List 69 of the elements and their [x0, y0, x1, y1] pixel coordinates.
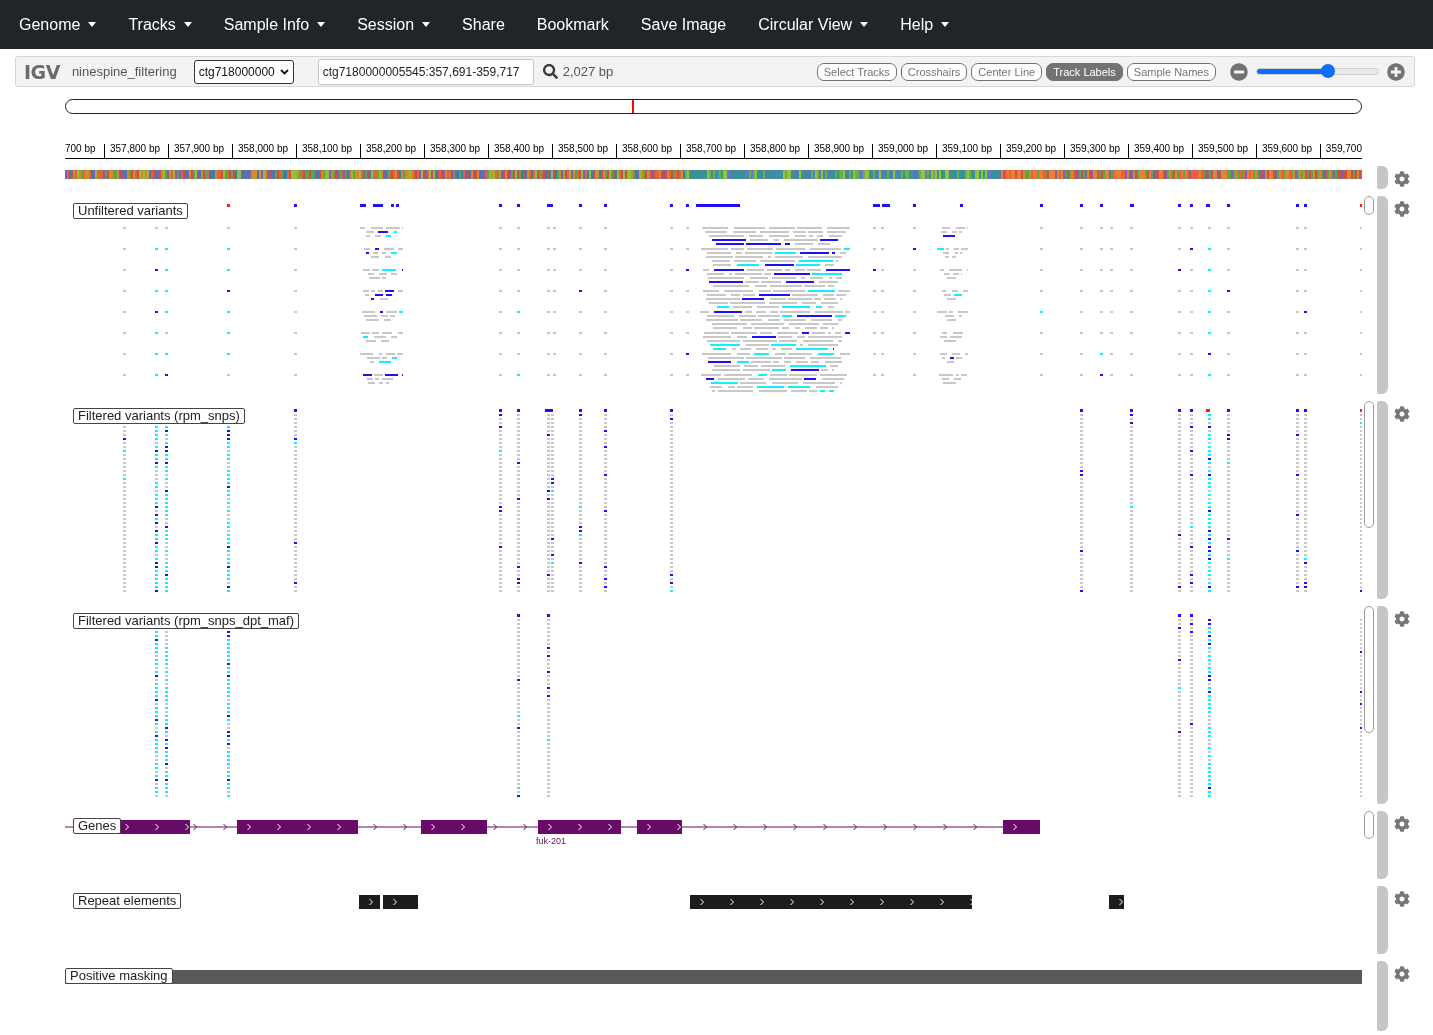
ruler-label: 359,000 bp [877, 143, 929, 154]
drag-handle[interactable] [1377, 166, 1388, 189]
settings-icon[interactable] [1394, 201, 1410, 217]
ruler-label: 358,500 bp [557, 143, 609, 154]
scrollbar-thumb[interactable] [1364, 811, 1374, 839]
drag-handle[interactable] [1377, 401, 1388, 599]
igv-logo: IGV [24, 60, 60, 83]
ruler-label: 359,100 bp [941, 143, 993, 154]
slider-thumb[interactable] [1321, 64, 1336, 78]
toggle-button[interactable]: Select Tracks [816, 62, 897, 81]
ruler-label: 357,900 bp [173, 143, 225, 154]
ruler-label: 700 bp [65, 143, 96, 154]
chromosome-ideogram[interactable] [65, 99, 1362, 114]
ruler-label: 358,000 bp [237, 143, 289, 154]
locus-field[interactable]: ctg7180000005545:357,691-359,717 [317, 58, 534, 85]
chevron-down-icon [279, 68, 289, 75]
settings-icon[interactable] [1394, 891, 1410, 907]
chromosome-select[interactable]: ctg718000000 [193, 59, 294, 84]
ruler-label: 357,800 bp [109, 143, 161, 154]
menu-item[interactable]: Bookmark [520, 4, 625, 45]
menu-item[interactable]: Sample Info [207, 4, 342, 45]
settings-icon[interactable] [1394, 611, 1410, 627]
ruler-label: 358,300 bp [429, 143, 481, 154]
ruler-label: 358,800 bp [749, 143, 801, 154]
drag-handle[interactable] [1377, 961, 1388, 1031]
ruler-label: 359,500 bp [1197, 143, 1249, 154]
toggle-button[interactable]: Center Line [971, 62, 1043, 81]
toggle-button[interactable]: Sample Names [1126, 62, 1216, 81]
menu-item[interactable]: Tracks [112, 4, 208, 45]
track-label: Positive masking [65, 968, 173, 984]
ruler-label: 359,700 [1325, 143, 1362, 154]
ruler-label: 358,400 bp [493, 143, 545, 154]
toggle-button[interactable]: Crosshairs [900, 62, 968, 81]
gene-name: fuk-201 [536, 836, 567, 846]
ruler-label: 358,100 bp [301, 143, 353, 154]
settings-icon[interactable] [1394, 171, 1410, 187]
scrollbar-thumb[interactable] [1364, 401, 1374, 528]
window-size: 2,027 bp [562, 64, 614, 79]
toggle-button[interactable]: Track Labels [1046, 62, 1123, 81]
ruler-label: 358,600 bp [621, 143, 673, 154]
settings-icon[interactable] [1394, 966, 1410, 982]
track-label: Unfiltered variants [73, 203, 188, 219]
settings-icon[interactable] [1394, 406, 1410, 422]
ruler-label: 358,900 bp [813, 143, 865, 154]
drag-handle[interactable] [1377, 886, 1388, 954]
track-label: Genes [73, 818, 122, 834]
menu-item[interactable]: Circular View [742, 4, 885, 45]
ruler-label: 358,200 bp [365, 143, 417, 154]
menu-item[interactable]: Genome [3, 4, 113, 45]
menu-item[interactable]: Share [446, 4, 521, 45]
track-label: Filtered variants (rpm_snps_dpt_maf) [73, 613, 300, 629]
ruler-label: 359,600 bp [1261, 143, 1313, 154]
ruler-label: 359,200 bp [1005, 143, 1057, 154]
settings-icon[interactable] [1394, 816, 1410, 832]
menu-item[interactable]: Session [341, 4, 447, 45]
ruler-label: 359,400 bp [1133, 143, 1185, 154]
scrollbar-thumb[interactable] [1364, 606, 1374, 733]
track-label: Repeat elements [73, 893, 182, 909]
drag-handle[interactable] [1377, 811, 1388, 879]
ruler-label: 359,300 bp [1069, 143, 1121, 154]
drag-handle[interactable] [1377, 196, 1388, 394]
menu-item[interactable]: Help [884, 4, 966, 45]
menu-item[interactable]: Save Image [624, 4, 743, 45]
scrollbar-thumb[interactable] [1364, 196, 1374, 215]
drag-handle[interactable] [1377, 606, 1388, 804]
genome-name: ninespine_filtering [71, 64, 177, 79]
search-icon[interactable] [542, 64, 558, 79]
ruler-label: 358,700 bp [685, 143, 737, 154]
track-label: Filtered variants (rpm_snps) [73, 408, 245, 424]
